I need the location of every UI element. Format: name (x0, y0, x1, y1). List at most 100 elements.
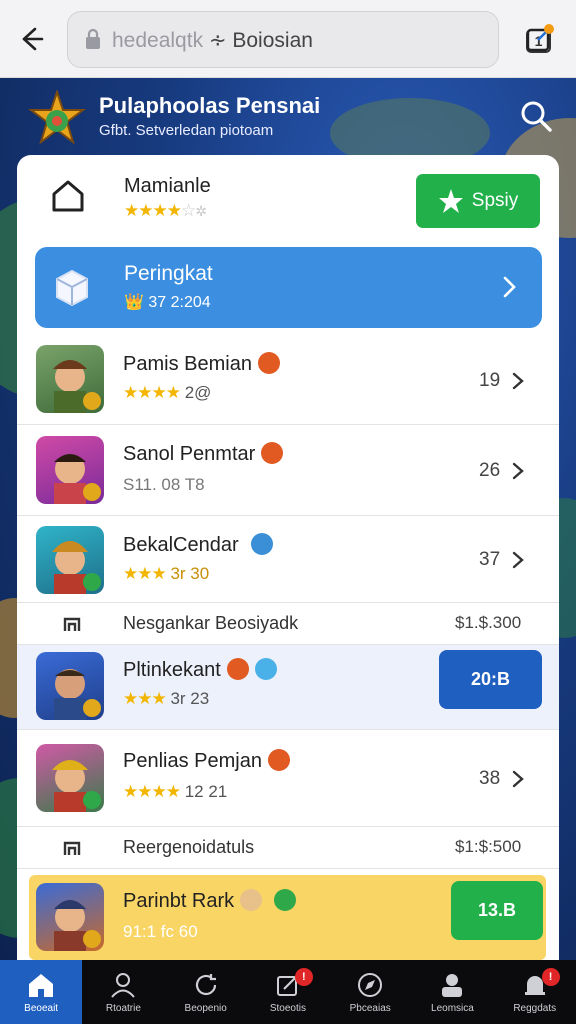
list-item-name-text: Pltinkekant (123, 659, 221, 681)
list-item[interactable]: Sanol Penmtar S11. 08 T8 26 (17, 425, 559, 516)
list-item[interactable]: Parinbt Rark 91:1 fc 60 13.B (29, 875, 546, 960)
list-item-name-text: Pamis Bemian (123, 353, 252, 375)
spsiy-button-label: Spsiy (471, 190, 519, 211)
star-icon (438, 189, 463, 213)
nav-label: Pbceaias (349, 1003, 391, 1014)
nav-label: Beopenio (184, 1003, 227, 1014)
app-logo (28, 88, 86, 148)
list-item-count: 37 (479, 549, 501, 570)
avatar (36, 744, 104, 812)
list-item-subtitle: 12 21 (184, 782, 228, 801)
nav-label: Beoeait (24, 1003, 59, 1014)
nav-item-refresh[interactable]: Beopenio (165, 960, 247, 1024)
character-avatar-icon (52, 760, 101, 812)
section-price: $1:$:500 (455, 837, 522, 856)
avatar (36, 345, 104, 413)
compass-icon (358, 973, 383, 997)
nav-label: Reggdats (513, 1003, 557, 1014)
section-header: Nesgankar Beosiyadk $1.$.300 (17, 603, 559, 645)
character-avatar-icon (53, 360, 101, 413)
rank-subtitle-text: 37 2:204 (148, 294, 211, 311)
featured-rating: ★★★★☆✲ (124, 201, 207, 220)
url-path: Boiosian (232, 29, 313, 52)
avatar (36, 652, 104, 720)
chevron-right-icon (512, 372, 524, 390)
nav-item-compass[interactable]: Pbceaias (329, 960, 411, 1024)
refresh-icon (195, 974, 216, 996)
section-price: $1.$.300 (455, 613, 522, 632)
chevron-right-icon (512, 462, 524, 480)
list-item[interactable]: Pltinkekant ★★★ 3r 23 20:B (17, 645, 559, 730)
character-avatar-icon (54, 669, 101, 720)
list-item-name: Pltinkekant (123, 657, 277, 682)
notification-badge: ! (294, 968, 313, 986)
list-item[interactable]: BekalCendar ★★★ 3r 30 37 (17, 516, 559, 603)
claim-button-label: 13.B (477, 900, 517, 920)
person-icon (111, 973, 136, 998)
search-button[interactable] (516, 96, 556, 136)
leaderboard-card: Mamianle ★★★★☆✲ Spsiy Peringkat 👑 37 2:2… (17, 155, 559, 960)
rank-title: Peringkat (124, 262, 213, 285)
fire-badge-icon (257, 351, 280, 374)
nav-item-person[interactable]: Rtoatrie (82, 960, 164, 1024)
nav-item-home[interactable]: Beoeait (0, 960, 83, 1024)
gem-badge-icon (250, 532, 273, 555)
notification-badge: ! (541, 968, 560, 986)
fire-badge-icon (267, 748, 290, 771)
section-label: Nesgankar Beosiyadk (123, 613, 299, 633)
url-separator: ∻ (208, 29, 227, 52)
list-item-subtitle: 3r 23 (170, 689, 210, 708)
list-item-name-text: Sanol Penmtar (123, 443, 256, 465)
list-item-count: 19 (479, 370, 501, 391)
nav-item-edit[interactable]: ! Stoeotis (247, 960, 329, 1024)
list-item-name: Parinbt Rark (123, 888, 297, 913)
claim-button-label: 20:B (470, 669, 510, 689)
section-header: Reergenoidatuls $1:$:500 (17, 827, 559, 869)
page-title: Pulaphoolas Pensnai (99, 93, 321, 118)
face-badge-icon (240, 888, 263, 911)
claim-button[interactable]: 20:B (439, 650, 542, 709)
list-item-count: 38 (479, 768, 501, 789)
section-icon (63, 617, 81, 631)
list-item[interactable]: Pamis Bemian ★★★★ 2@ 19 (17, 335, 559, 425)
gem-badge-icon (254, 657, 277, 680)
character-avatar-icon (54, 900, 101, 951)
avatar (36, 883, 104, 951)
profile-icon (442, 974, 463, 997)
home-icon (29, 974, 54, 997)
rank-subtitle: 👑 37 2:204 (124, 292, 211, 312)
nav-label: Stoeotis (269, 1003, 306, 1014)
avatar (36, 436, 104, 504)
rating-stars: ★★★★ (123, 383, 181, 402)
list-item-name: Penlias Pemjan (123, 748, 290, 773)
fire-badge-icon (226, 657, 249, 680)
address-bar[interactable]: hedealqtk ∻ Boiosian 1 (67, 11, 551, 68)
list-item-subtitle: 91:1 fc 60 (123, 922, 198, 941)
list-item-subtitle: 3r 30 (170, 564, 210, 583)
back-button[interactable] (14, 22, 48, 56)
list-item-count: 26 (479, 460, 501, 481)
list-item[interactable]: Penlias Pemjan ★★★★ 12 21 38 (17, 730, 559, 827)
list-item-rating: ★★★★ 2@ (123, 383, 211, 403)
section-icon (63, 841, 81, 855)
list-item-rating: ★★★ 3r 30 (123, 564, 209, 584)
nav-item-profile[interactable]: Leomsica (411, 960, 493, 1024)
home-outline-icon (52, 180, 84, 212)
share-button[interactable] (524, 22, 556, 56)
list-item-subtitle: 2@ (184, 383, 212, 402)
list-item-name-text: Penlias Pemjan (123, 750, 262, 772)
rank-banner[interactable]: Peringkat 👑 37 2:204 (35, 247, 542, 328)
claim-button[interactable]: 13.B (451, 881, 543, 940)
list-item-name: BekalCendar (123, 532, 273, 557)
url-host: hedealqtk (112, 29, 204, 52)
bottom-nav: Beoeait Rtoatrie Beopenio ! Stoeotis Pbc… (0, 960, 576, 1024)
nav-item-bell[interactable]: ! Reggdats (494, 960, 576, 1024)
chevron-right-icon (503, 276, 516, 298)
section-label: Reergenoidatuls (123, 837, 255, 857)
list-item-name: Sanol Penmtar (123, 441, 284, 466)
list-item-name-text: BekalCendar (123, 534, 239, 556)
spsiy-button[interactable]: Spsiy (416, 174, 540, 228)
list-item-name: Pamis Bemian (123, 351, 280, 376)
list-item-name-text: Parinbt Rark (123, 890, 235, 912)
star-badge-icon (28, 88, 86, 145)
